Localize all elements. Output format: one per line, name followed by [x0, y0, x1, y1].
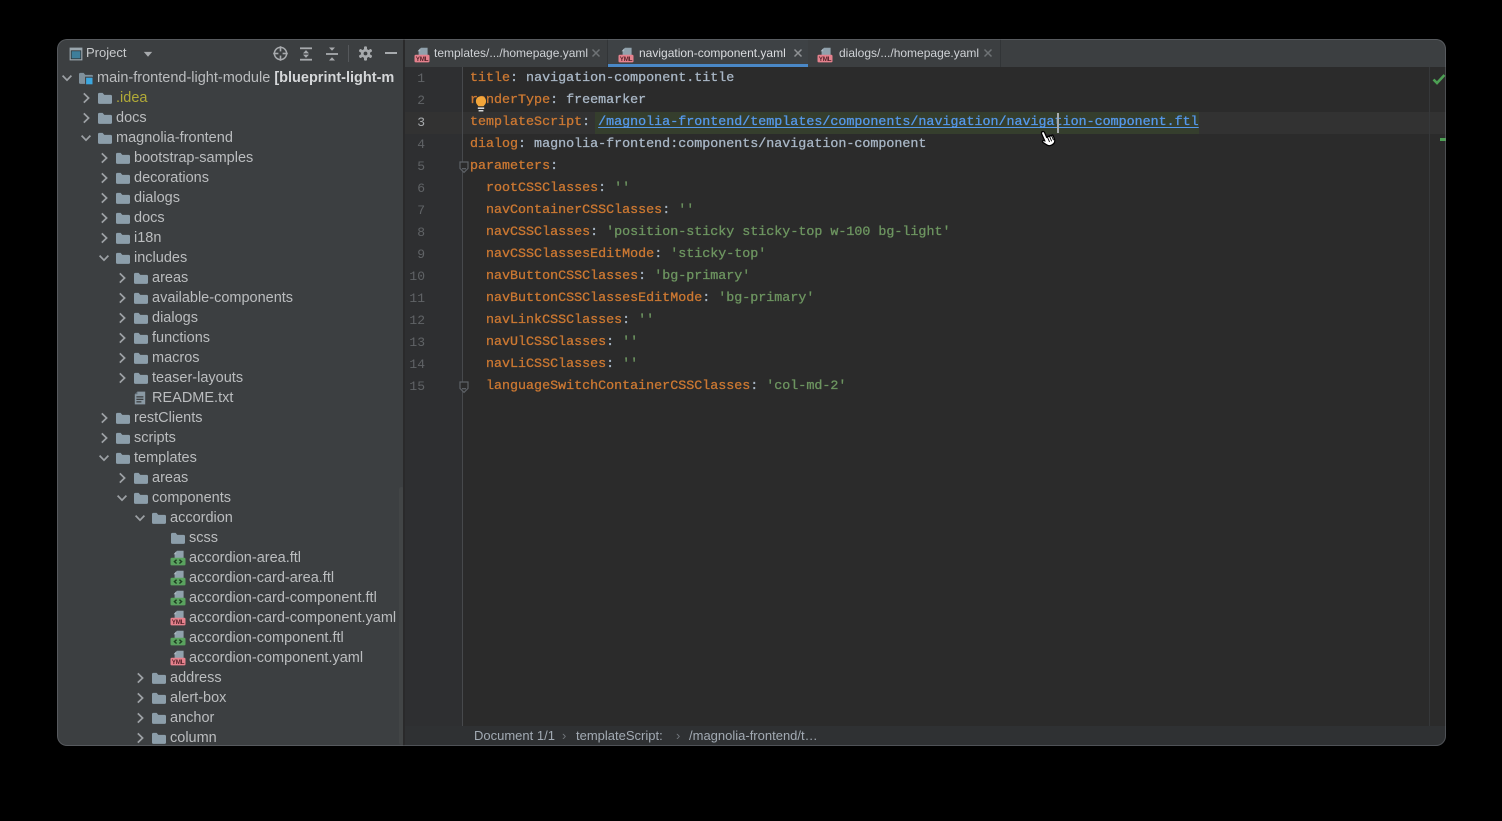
svg-text:YML: YML: [172, 659, 185, 666]
svg-text:YML: YML: [172, 619, 185, 626]
svg-text:YML: YML: [620, 56, 633, 63]
svg-text:YML: YML: [416, 56, 429, 63]
svg-text:YML: YML: [819, 56, 832, 63]
